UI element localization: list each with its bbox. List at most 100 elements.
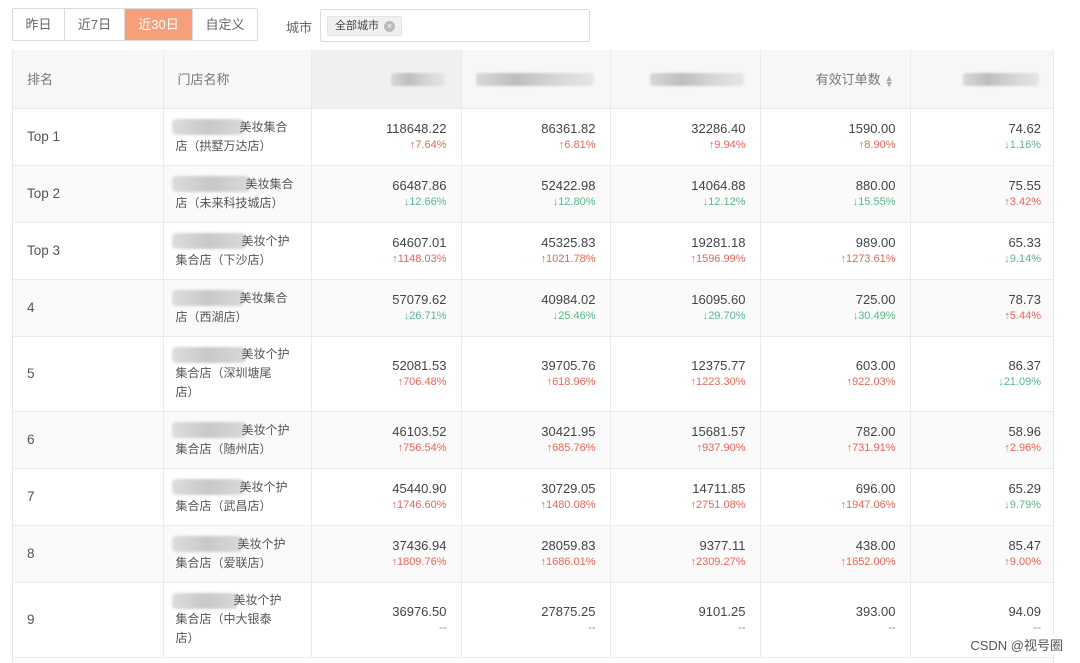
change-percent: ↓29.70% xyxy=(702,309,746,322)
metric-3-cell: 12375.77 ↑1223.30% xyxy=(610,336,761,412)
table-row[interactable]: 9 美妆个护 集合店（中大银泰 店） 36976.50 -- 27875.25 -- 9101.… xyxy=(13,582,1053,658)
store-name-line-2: 店（未来科技城店） xyxy=(175,195,284,210)
header-metric-1[interactable] xyxy=(311,50,462,109)
metric-value: 782.00 xyxy=(855,423,896,439)
store-name-line-2: 集合店（武昌店） xyxy=(175,498,272,513)
metric-3-cell: 32286.40 ↑9.94% xyxy=(610,108,761,166)
header-metric-3[interactable] xyxy=(610,50,761,109)
change-percent: -- xyxy=(439,621,447,634)
header-valid-orders-label: 有效订单数 xyxy=(815,72,881,88)
store-name-cell: 美妆个护 集合店（随州店） xyxy=(163,411,312,469)
metric-value: 603.00 xyxy=(855,357,896,373)
change-percent: ↑1021.78% xyxy=(540,252,596,265)
change-percent: ↓9.79% xyxy=(1004,498,1041,511)
table-row[interactable]: 8 美妆个护 集合店（爱联店） 37436.94 ↑1809.76% 28059.83 ↑1… xyxy=(13,525,1053,583)
change-percent: ↑1809.76% xyxy=(391,555,447,568)
table-row[interactable]: Top 1 美妆集合 店（拱墅万达店） 118648.22 ↑7.64% 86361.82… xyxy=(13,108,1053,166)
change-percent: ↑6.81% xyxy=(558,138,596,151)
header-valid-orders[interactable]: 有效订单数 ▲ ▼ xyxy=(760,50,911,109)
store-name-cell: 美妆个护 集合店（下沙店） xyxy=(163,222,312,280)
store-name-cell: 美妆集合 店（拱墅万达店） xyxy=(163,108,312,166)
metric-value: 40984.02 xyxy=(541,291,596,307)
metric-5-cell: 75.55 ↑3.42% xyxy=(910,165,1053,223)
metric-value: 989.00 xyxy=(855,234,896,250)
blurred-header-text xyxy=(475,73,594,87)
change-percent: ↓30.49% xyxy=(852,309,896,322)
header-store-name: 门店名称 xyxy=(163,50,312,109)
header-rank: 排名 xyxy=(13,50,164,109)
range-7days-button[interactable]: 近7日 xyxy=(65,9,125,40)
store-name-line-1: 美妆个护 xyxy=(239,479,288,494)
change-percent: ↓12.80% xyxy=(552,195,596,208)
metric-value: 14711.85 xyxy=(692,480,746,496)
table-row[interactable]: 5 美妆个护 集合店（深圳塘尾 店） 52081.53 ↑706.48% 39705.76 ↑… xyxy=(13,336,1053,412)
metric-value: 118648.22 xyxy=(386,120,447,136)
metric-value: 94.09 xyxy=(1008,603,1041,619)
rank-cell: 4 xyxy=(13,279,164,337)
metric-value: 65.33 xyxy=(1008,234,1041,250)
rank-cell: 6 xyxy=(13,411,164,469)
metric-value: 65.29 xyxy=(1008,480,1041,496)
metric-value: 12375.77 xyxy=(691,357,746,373)
metric-value: 880.00 xyxy=(855,177,896,193)
store-name-cell: 美妆个护集合店（武昌店） xyxy=(163,468,312,526)
metric-value: 36976.50 xyxy=(392,603,447,619)
metric-3-cell: 9377.11 ↑2309.27% xyxy=(610,525,761,583)
metric-3-cell: 9101.25 -- xyxy=(610,582,761,658)
store-name-line-1: 美妆集合 xyxy=(245,176,294,191)
metric-value: 438.00 xyxy=(855,537,896,553)
range-30days-button[interactable]: 近30日 xyxy=(125,9,193,40)
metric-value: 27875.25 xyxy=(541,603,596,619)
change-percent: ↓9.14% xyxy=(1004,252,1041,265)
table-row[interactable]: 4 美妆集合 店（西湖店） 57079.62 ↓26.71% 40984.02 ↓25.46… xyxy=(13,279,1053,337)
metric-value: 78.73 xyxy=(1008,291,1041,307)
metric-4-cell: 880.00 ↓15.55% xyxy=(760,165,911,223)
metric-5-cell: 65.29 ↓9.79% xyxy=(910,468,1053,526)
range-yesterday-button[interactable]: 昨日 xyxy=(13,9,65,40)
change-percent: -- xyxy=(738,621,746,634)
metric-4-cell: 989.00 ↑1273.61% xyxy=(760,222,911,280)
metric-1-cell: 37436.94 ↑1809.76% xyxy=(311,525,462,583)
table-row[interactable]: 7 美妆个护 集合店（武昌店） 45440.90 ↑1746.60% 30729.05 ↑1… xyxy=(13,468,1053,526)
watermark: CSDN @视号圈 xyxy=(967,634,1066,655)
sort-icon[interactable]: ▲ ▼ xyxy=(885,73,894,88)
metric-3-cell: 14711.85 ↑2751.08% xyxy=(610,468,761,526)
header-metric-5[interactable] xyxy=(910,50,1053,109)
range-custom-button[interactable]: 自定义 xyxy=(193,9,257,40)
change-percent: ↑618.96% xyxy=(546,375,596,388)
store-name-line-2: 集合店（中大银泰 xyxy=(175,612,272,626)
metric-value: 46103.52 xyxy=(392,423,447,439)
change-percent: ↑1596.99% xyxy=(690,252,746,265)
metric-value: 15681.57 xyxy=(691,423,746,439)
change-percent: -- xyxy=(888,621,896,634)
store-name-line-1: 美妆个护 xyxy=(233,593,282,607)
store-name-line-2: 集合店（随州店） xyxy=(175,441,272,456)
metric-1-cell: 45440.90 ↑1746.60% xyxy=(311,468,462,526)
metric-2-cell: 30421.95 ↑685.76% xyxy=(461,411,611,469)
metric-value: 28059.83 xyxy=(541,537,596,553)
metric-5-cell: 74.62 ↓1.16% xyxy=(910,108,1053,166)
header-metric-2[interactable] xyxy=(461,50,611,109)
metric-2-cell: 28059.83 ↑1686.01% xyxy=(461,525,611,583)
city-select[interactable]: 全部城市 × xyxy=(320,9,590,42)
metric-value: 696.00 xyxy=(855,480,896,496)
metric-4-cell: 782.00 ↑731.91% xyxy=(760,411,911,469)
store-name-line-1: 美妆个护 xyxy=(241,347,290,361)
blurred-header-text xyxy=(649,73,744,87)
metric-value: 393.00 xyxy=(855,603,896,619)
change-percent: ↑756.54% xyxy=(397,441,447,454)
store-name-cell: 美妆个护 集合店（深圳塘尾 店） xyxy=(163,336,312,412)
table-row[interactable]: 6 美妆个护 集合店（随州店） 46103.52 ↑756.54% 30421.95 ↑68… xyxy=(13,411,1053,469)
tag-close-icon[interactable]: × xyxy=(384,20,395,32)
change-percent: ↑922.03% xyxy=(846,375,896,388)
change-percent: ↑2751.08% xyxy=(690,498,746,511)
metric-1-cell: 36976.50 -- xyxy=(311,582,462,658)
metric-value: 86361.82 xyxy=(541,120,596,136)
store-name-line-1: 美妆集合 xyxy=(239,119,288,134)
date-range-selector: 昨日 近7日 近30日 自定义 xyxy=(12,8,258,41)
table-row[interactable]: Top 3 美妆个护 集合店（下沙店） 64607.01 ↑1148.03% 45325.… xyxy=(13,222,1053,280)
metric-4-cell: 1590.00 ↑8.90% xyxy=(760,108,911,166)
table-row[interactable]: Top 2 美妆集合 店（未来科技城店） 66487.86 ↓12.66% 52422.9… xyxy=(13,165,1053,223)
rank-cell: 9 xyxy=(13,582,164,658)
change-percent: ↑7.64% xyxy=(409,138,447,151)
